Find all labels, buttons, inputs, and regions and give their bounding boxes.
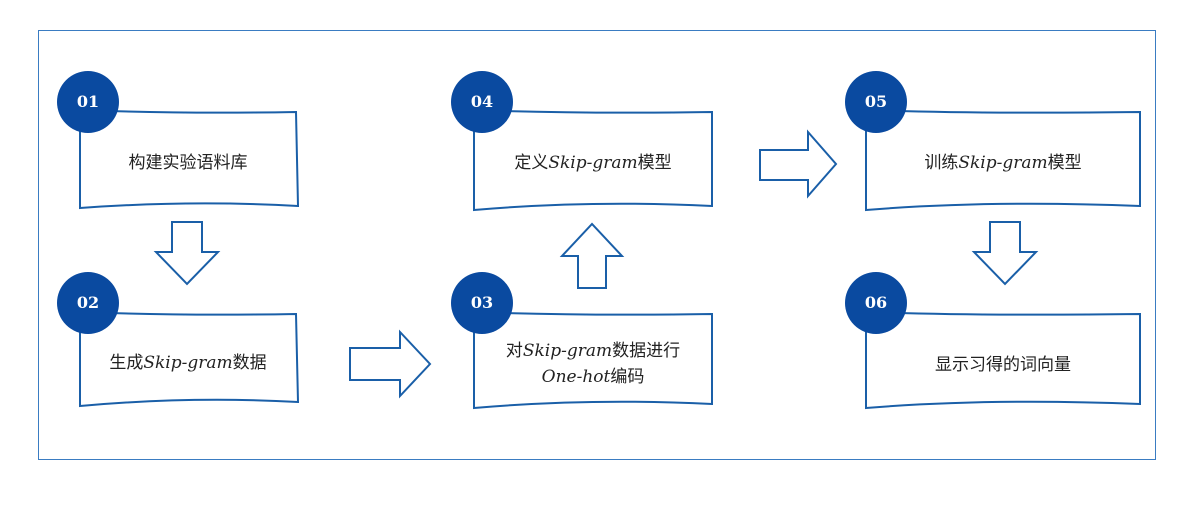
arrow-down-1-2 — [153, 221, 221, 286]
step-number-04: 04 — [470, 92, 494, 111]
flow-shapes — [57, 71, 1141, 410]
step-number-02: 02 — [76, 293, 100, 312]
step-label-02: 生成Skip-gram数据 — [109, 353, 267, 373]
step-label-05: 训练Skip-gram模型 — [924, 153, 1082, 173]
step-number-01: 01 — [76, 92, 100, 111]
step-label-03: 对Skip-gram数据进行 One-hot编码 — [505, 341, 681, 387]
step-label-01: 构建实验语料库 — [128, 153, 248, 173]
step-label-06: 显示习得的词向量 — [935, 355, 1071, 375]
step-label-04: 定义Skip-gram模型 — [514, 153, 672, 173]
arrow-down-5-6 — [971, 221, 1039, 286]
step-number-06: 06 — [864, 293, 888, 312]
arrow-right-2-3 — [349, 329, 432, 399]
step-number-03: 03 — [470, 293, 494, 312]
arrow-up-3-4 — [559, 222, 625, 289]
step-number-05: 05 — [864, 92, 888, 111]
arrow-right-4-5 — [759, 129, 838, 199]
